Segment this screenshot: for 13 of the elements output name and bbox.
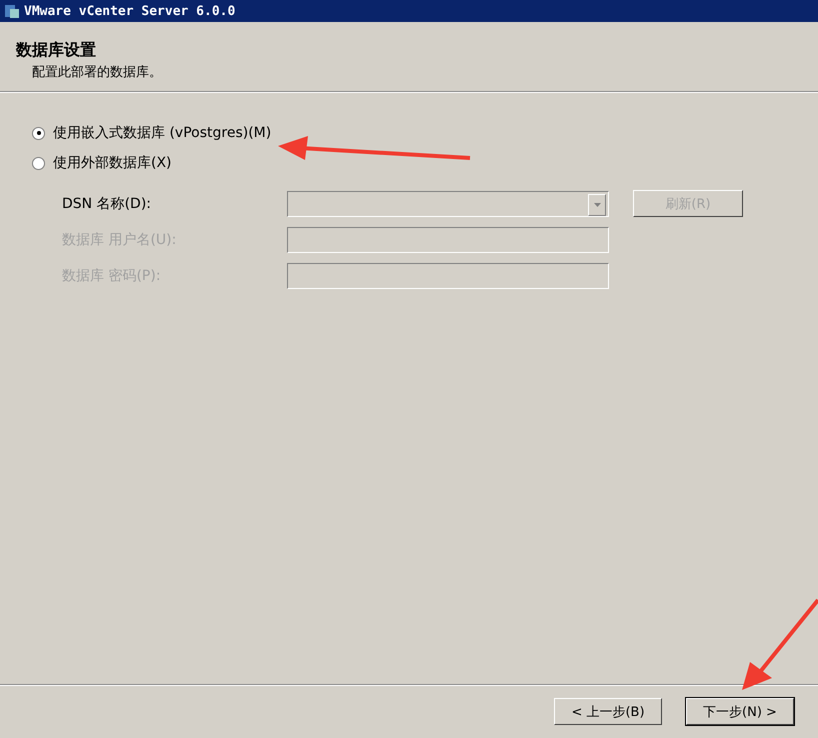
radio-label[interactable]: 使用外部数据库(X) bbox=[53, 154, 172, 172]
caret-icon bbox=[594, 202, 600, 206]
radio-label[interactable]: 使用嵌入式数据库 (vPostgres)(M) bbox=[53, 124, 272, 142]
back-button[interactable]: < 上一步(B) bbox=[554, 698, 662, 725]
page-subtitle: 配置此部署的数据库。 bbox=[32, 64, 162, 81]
window-title: VMware vCenter Server 6.0.0 bbox=[24, 4, 236, 18]
radio-button[interactable] bbox=[32, 156, 45, 170]
page-title: 数据库设置 bbox=[16, 40, 96, 61]
app-icon bbox=[4, 3, 20, 19]
radio-button[interactable] bbox=[32, 126, 45, 140]
dsn-dropdown[interactable] bbox=[287, 190, 609, 216]
next-button[interactable]: 下一步(N) > bbox=[686, 698, 794, 725]
field-label: DSN 名称(D): bbox=[62, 194, 152, 212]
